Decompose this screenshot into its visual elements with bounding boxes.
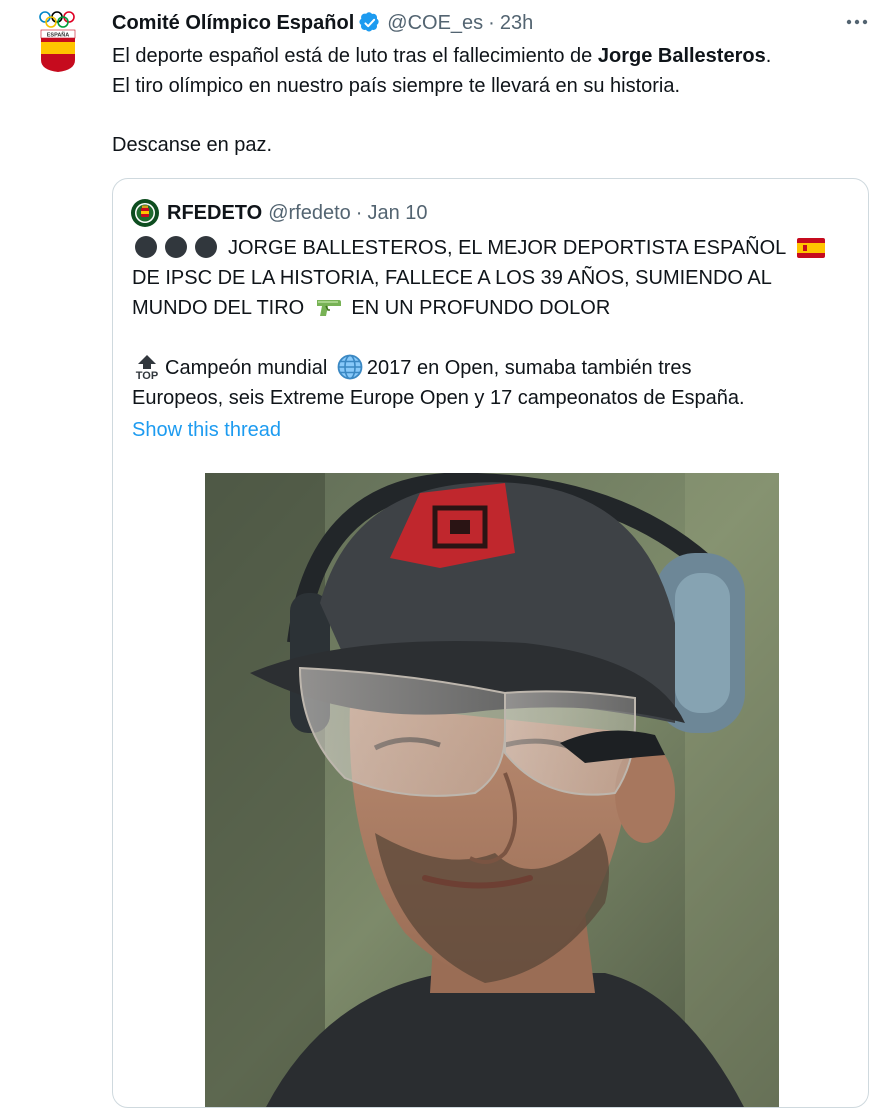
tweet-text-part: . xyxy=(765,45,772,67)
mentioned-name: Jorge Ballesteros xyxy=(597,45,766,67)
tweet-body: El deporte español está de luto tras el … xyxy=(112,41,862,160)
globe-icon xyxy=(337,354,363,380)
quoted-text-part: MUNDO DEL TIRO xyxy=(132,297,305,319)
quoted-text-line: Europeos, seis Extreme Europe Open y 17 … xyxy=(132,387,745,409)
separator-dot: · xyxy=(488,11,495,34)
quoted-text-part: JORGE BALLESTEROS, EL MEJOR DEPORTISTA E… xyxy=(228,237,786,259)
quoted-text-line: MUNDO DEL TIRO EN UN PROFUNDO DOLOR xyxy=(132,293,857,323)
black-circle-icon xyxy=(135,236,217,258)
more-options-icon[interactable] xyxy=(845,18,869,26)
verified-badge-icon xyxy=(359,12,379,32)
tweet-text-part: El deporte español está de luto tras el … xyxy=(112,45,598,67)
quoted-author-name[interactable]: RFEDETO xyxy=(167,202,262,225)
quoted-handle[interactable]: @rfedeto xyxy=(268,202,351,225)
quoted-date[interactable]: Jan 10 xyxy=(367,202,427,225)
author-handle[interactable]: @COE_es xyxy=(387,12,483,35)
quoted-tweet[interactable]: RFEDETO @rfedeto · Jan 10 JORGE BALLESTE… xyxy=(112,178,869,1108)
avatar-text: ESPAÑA xyxy=(47,32,70,39)
top-arrow-icon: TOP xyxy=(136,355,158,380)
quoted-header: RFEDETO @rfedeto · Jan 10 xyxy=(131,199,428,227)
quoted-text-line: JORGE BALLESTEROS, EL MEJOR DEPORTISTA E… xyxy=(132,233,857,263)
tweet-text-line: El tiro olímpico en nuestro país siempre… xyxy=(112,75,681,97)
author-name[interactable]: Comité Olímpico Español xyxy=(112,12,354,35)
top-label: TOP xyxy=(136,370,158,380)
show-thread-link[interactable]: Show this thread xyxy=(132,419,281,442)
quoted-body: JORGE BALLESTEROS, EL MEJOR DEPORTISTA E… xyxy=(132,233,857,413)
rfedeto-avatar[interactable] xyxy=(131,199,159,227)
quoted-text-part: EN UN PROFUNDO DOLOR xyxy=(351,297,611,319)
spain-flag-icon xyxy=(797,238,826,258)
quoted-photo[interactable] xyxy=(205,473,779,1107)
quoted-text-line: DE IPSC DE LA HISTORIA, FALLECE A LOS 39… xyxy=(132,267,772,289)
tweet-header: Comité Olímpico Español @COE_es · 23h xyxy=(112,10,533,36)
tweet-text-line: El deporte español está de luto tras el … xyxy=(112,41,862,71)
quoted-text-part: Campeón mundial xyxy=(165,357,328,379)
quoted-text-part: 2017 en Open, sumaba también tres xyxy=(366,357,692,379)
separator-dot: · xyxy=(355,201,363,224)
tweet-time[interactable]: 23h xyxy=(500,12,533,35)
tweet-text-line: Descanse en paz. xyxy=(112,134,273,156)
water-pistol-icon xyxy=(316,300,341,316)
quoted-text-line: TOP Campeón mundial 2017 en Open, sumaba… xyxy=(132,353,857,383)
coe-avatar[interactable]: ESPAÑA xyxy=(36,10,80,74)
